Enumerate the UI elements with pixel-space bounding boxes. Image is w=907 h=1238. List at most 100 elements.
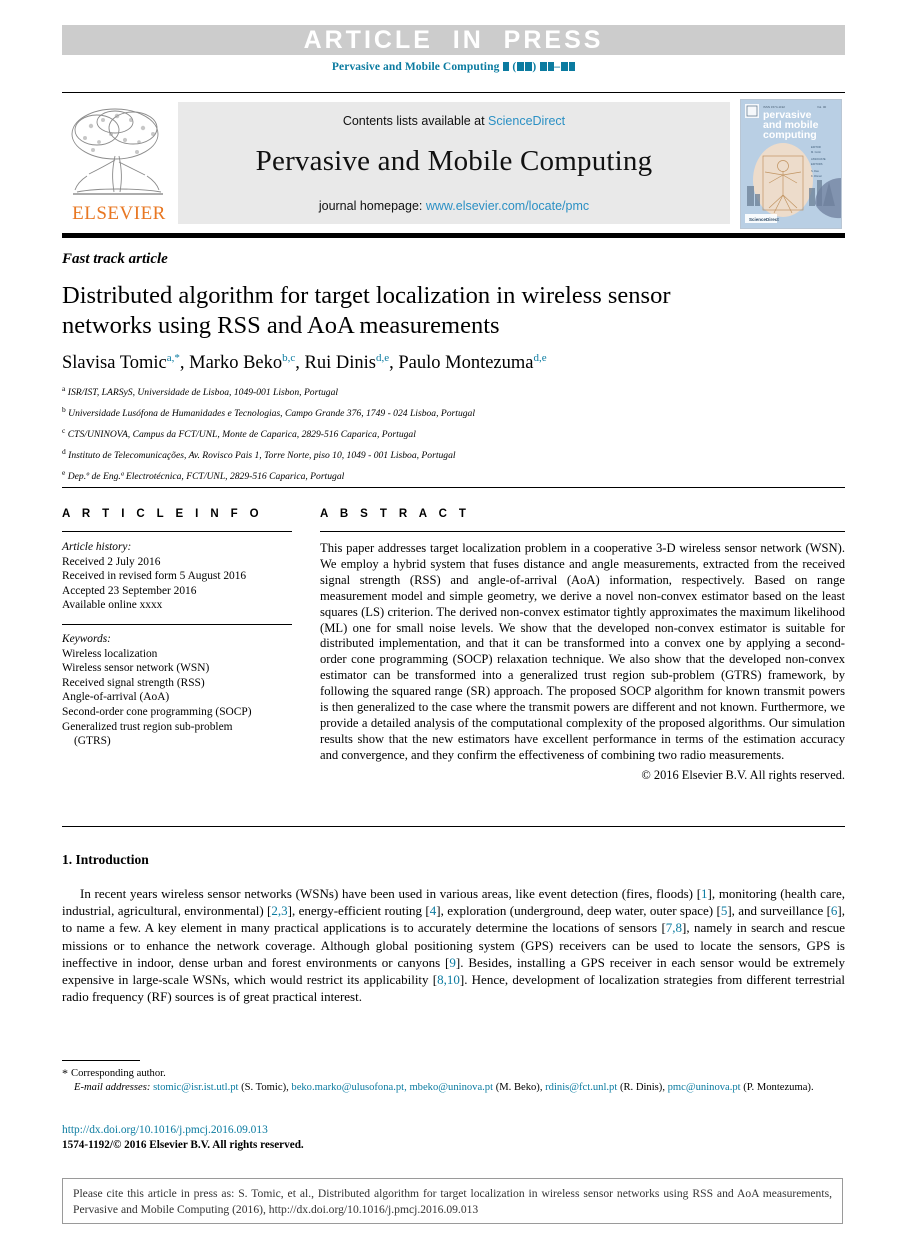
keyword-item: Angle-of-arrival (AoA) xyxy=(62,691,170,704)
article-history-item: Received in revised form 5 August 2016 xyxy=(62,570,247,583)
abstract-copyright: © 2016 Elsevier B.V. All rights reserved… xyxy=(641,767,845,782)
email-link[interactable]: pmc@uninova.pt xyxy=(668,1082,741,1093)
email-owner: (R. Dinis) xyxy=(619,1082,663,1093)
citation-link[interactable]: 5 xyxy=(721,903,728,918)
article-history-item: Received 2 July 2016 xyxy=(62,555,161,568)
journal-homepage-label: journal homepage: xyxy=(318,199,426,213)
contents-lists-label: Contents lists available at xyxy=(342,114,489,128)
email-link[interactable]: rdinis@fct.unl.pt xyxy=(545,1082,617,1093)
author-affiliation-marker: a,* xyxy=(166,352,180,364)
keyword-item: (GTRS) xyxy=(74,735,111,748)
elsevier-wordmark: ELSEVIER xyxy=(72,203,166,224)
paper-page: ARTICLE IN PRESS Pervasive and Mobile Co… xyxy=(0,0,907,1238)
affiliation-item: d Instituto de Telecomunicações, Av. Rov… xyxy=(62,444,762,465)
author-name: Marko Beko xyxy=(189,353,283,374)
abstract-column: A B S T R A C T This paper addresses tar… xyxy=(320,508,845,783)
affiliation-text: Universidade Lusófona de Humanidades e T… xyxy=(68,408,475,420)
svg-text:Vol. 00: Vol. 00 xyxy=(817,105,827,109)
email-link[interactable]: beko.marko@ulusofona.pt, xyxy=(291,1082,406,1093)
affiliation-marker: c xyxy=(62,425,66,435)
svg-text:EDITOR: EDITOR xyxy=(811,145,821,149)
email-addresses-label: E-mail addresses: xyxy=(74,1082,151,1093)
cite-this-article-text: Please cite this article in press as: S.… xyxy=(73,1187,832,1216)
citation-link[interactable]: 2,3 xyxy=(271,903,287,918)
citation-link[interactable]: 4 xyxy=(430,903,437,918)
journal-masthead: ELSEVIER Contents lists available at Sci… xyxy=(62,99,845,229)
article-info-column: A R T I C L E I N F O Article history: R… xyxy=(62,508,292,749)
journal-reference-line: Pervasive and Mobile Computing () – xyxy=(0,61,907,73)
svg-text:computing: computing xyxy=(763,129,817,141)
article-type-label: Fast track article xyxy=(62,251,168,267)
affiliation-marker: d xyxy=(62,446,66,456)
issn-copyright-line: 1574-1192/© 2016 Elsevier B.V. All right… xyxy=(62,1139,304,1151)
section-heading-introduction: 1. Introduction xyxy=(62,852,149,867)
article-info-heading: A R T I C L E I N F O xyxy=(62,508,264,520)
sciencedirect-link[interactable]: ScienceDirect xyxy=(488,114,565,128)
svg-text:K. Römer: K. Römer xyxy=(811,174,822,178)
journal-cover-thumbnail: ISSN 1574-1192 Vol. 00 pervasive and mob… xyxy=(740,99,842,229)
affiliation-marker: e xyxy=(62,467,66,477)
corresponding-author-text: Corresponding author. xyxy=(71,1068,166,1079)
citation-link[interactable]: 7,8 xyxy=(666,920,682,935)
email-owner: (P. Montezuma). xyxy=(743,1082,814,1093)
redacted-page-block xyxy=(539,62,547,71)
svg-text:M. Conti: M. Conti xyxy=(811,150,821,154)
elsevier-tree-icon xyxy=(67,104,170,202)
author-affiliation-marker: b,c xyxy=(282,352,296,364)
author-list: Slavisa Tomica,*, Marko Bekob,c, Rui Din… xyxy=(62,352,547,374)
masthead-top-rule xyxy=(62,92,845,93)
affiliation-text: CTS/UNINOVA, Campus da FCT/UNL, Monte de… xyxy=(67,429,416,441)
svg-text:ASSOCIATE: ASSOCIATE xyxy=(811,157,826,161)
affiliation-text: ISR/IST, LARSyS, Universidade de Lisboa,… xyxy=(67,387,339,399)
redacted-page-block xyxy=(560,62,568,71)
citation-link[interactable]: 9 xyxy=(449,955,456,970)
keyword-item: Generalized trust region sub-problem xyxy=(62,720,233,733)
affiliation-marker: a xyxy=(62,384,66,393)
author-name: Slavisa Tomic xyxy=(62,353,167,374)
author-affiliation-marker: d,e xyxy=(375,352,390,364)
author-item: Marko Bekob,c xyxy=(189,352,296,374)
affiliation-text: Instituto de Telecomunicações, Av. Rovis… xyxy=(68,450,456,462)
keywords-block: Keywords: Wireless localization Wireless… xyxy=(62,632,292,749)
keywords-rule xyxy=(62,623,292,625)
redacted-year-block xyxy=(524,62,532,71)
journal-homepage-link[interactable]: www.elsevier.com/locate/pmc xyxy=(426,199,589,213)
svg-text:S. Das: S. Das xyxy=(811,169,819,173)
affiliation-text: Dep.º de Eng.ª Electrotécnica, FCT/UNL, … xyxy=(67,471,345,483)
author-name: Rui Dinis xyxy=(304,353,376,374)
asterisk-icon: * xyxy=(62,1066,68,1080)
affiliation-item: c CTS/UNINOVA, Campus da FCT/UNL, Monte … xyxy=(62,423,762,444)
author-item: Slavisa Tomica,* xyxy=(62,352,180,374)
email-owner: (S. Tomic) xyxy=(241,1082,287,1093)
article-history-item: Available online xxxx xyxy=(62,599,163,612)
cite-this-article-box: Please cite this article in press as: S.… xyxy=(62,1178,843,1224)
email-link[interactable]: stomic@isr.ist.utl.pt xyxy=(153,1082,238,1093)
masthead-bottom-rule xyxy=(62,233,845,238)
article-history-label: Article history: xyxy=(62,541,132,553)
abstract-bottom-rule xyxy=(62,826,845,827)
citation-link[interactable]: 1 xyxy=(701,886,708,901)
svg-text:ScienceDirect: ScienceDirect xyxy=(749,217,779,222)
citation-link[interactable]: 6 xyxy=(831,903,838,918)
keywords-label: Keywords: xyxy=(62,632,111,645)
citation-link[interactable]: 8,10 xyxy=(437,972,460,987)
journal-homepage-line: journal homepage: www.elsevier.com/locat… xyxy=(178,199,730,213)
affiliation-marker: b xyxy=(62,404,66,414)
keyword-item: Wireless localization xyxy=(62,647,158,660)
affiliation-item: a ISR/IST, LARSyS, Universidade de Lisbo… xyxy=(62,381,762,402)
email-addresses-line: E-mail addresses: stomic@isr.ist.utl.pt … xyxy=(74,1082,814,1093)
affiliation-list: a ISR/IST, LARSyS, Universidade de Lisbo… xyxy=(62,381,762,486)
affiliation-item: b Universidade Lusófona de Humanidades e… xyxy=(62,402,762,423)
redacted-page-block xyxy=(547,62,554,71)
article-in-press-label: ARTICLE IN PRESS xyxy=(303,25,604,54)
article-history-item: Accepted 23 September 2016 xyxy=(62,584,197,597)
email-link[interactable]: mbeko@uninova.pt xyxy=(409,1082,493,1093)
page-title: Distributed algorithm for target localiz… xyxy=(62,282,671,339)
author-item: Rui Dinisd,e xyxy=(304,352,390,374)
abstract-text: This paper addresses target localization… xyxy=(320,541,845,762)
abstract-heading: A B S T R A C T xyxy=(320,508,471,520)
redacted-volume-block xyxy=(502,62,509,71)
doi-link[interactable]: http://dx.doi.org/10.1016/j.pmcj.2016.09… xyxy=(62,1124,268,1136)
author-name: Paulo Montezuma xyxy=(398,353,534,374)
footnote-block: * Corresponding author. E-mail addresses:… xyxy=(62,1066,845,1095)
